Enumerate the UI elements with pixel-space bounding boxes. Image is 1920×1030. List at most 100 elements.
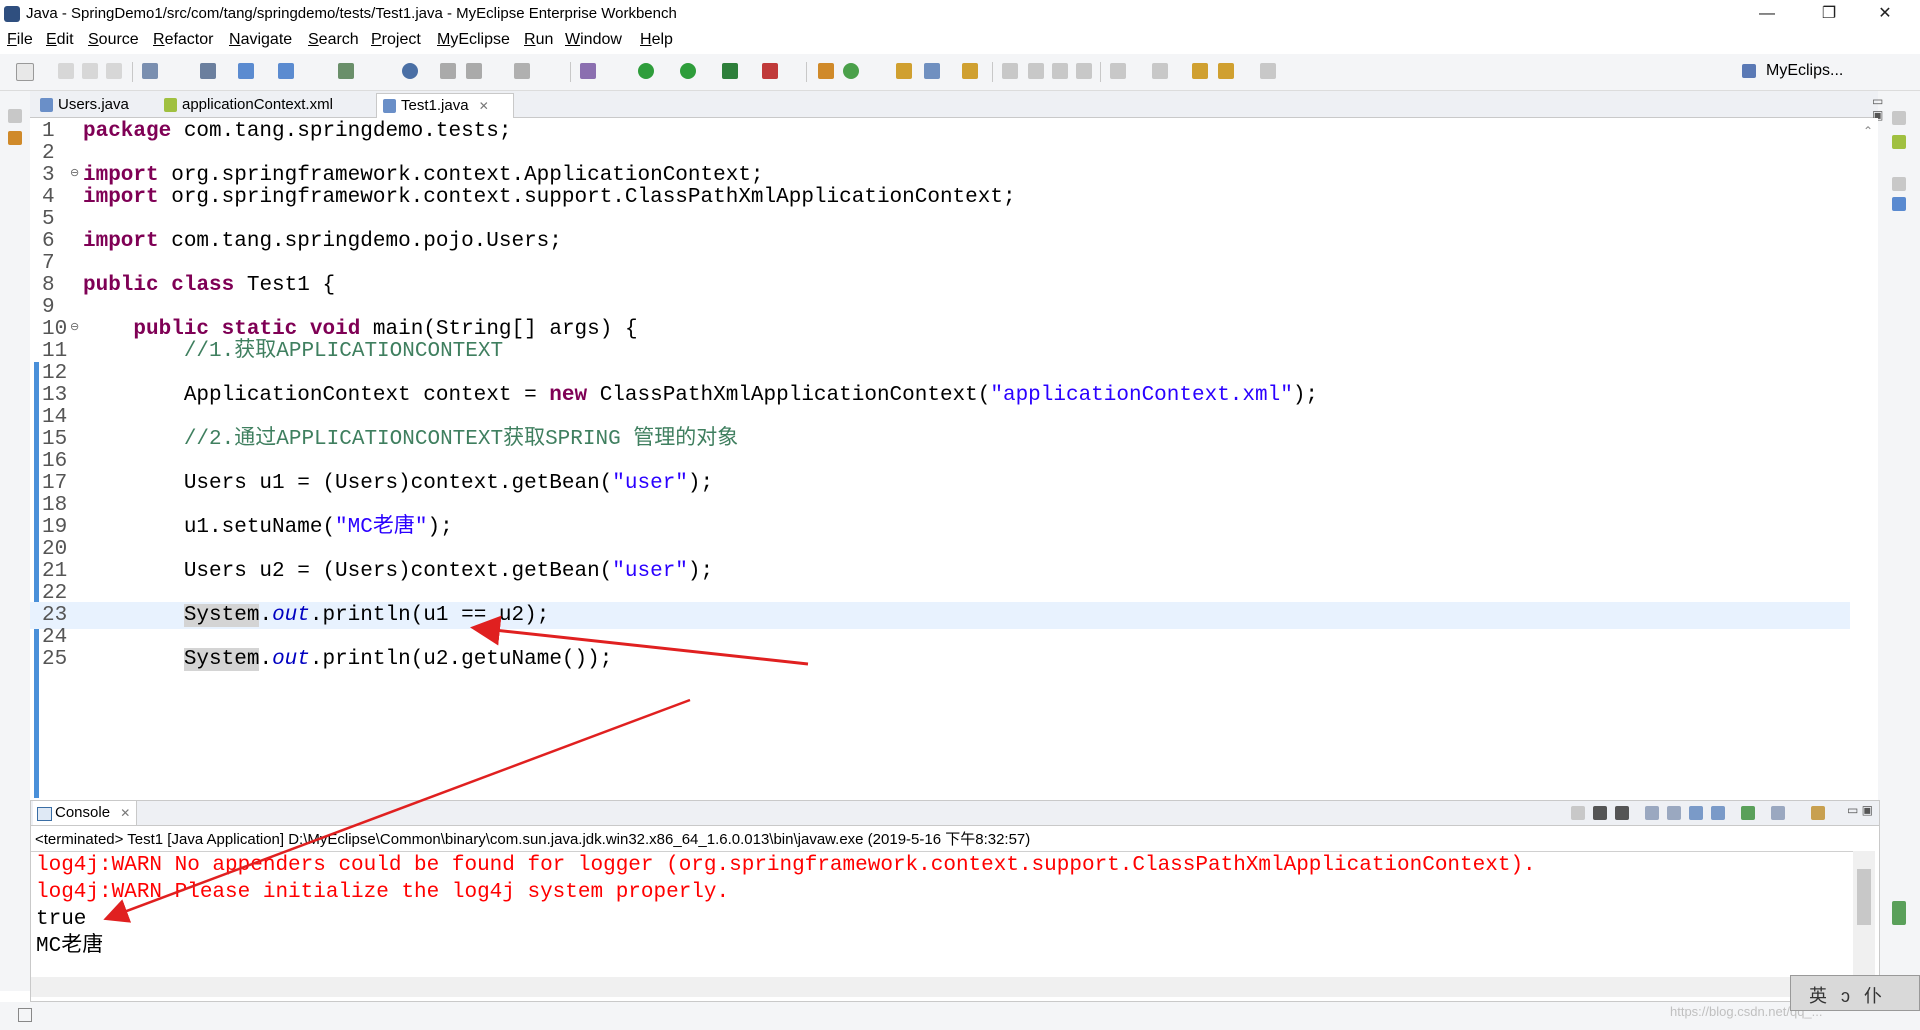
- tab-users-java[interactable]: Users.java: [34, 93, 166, 117]
- scroll-thumb[interactable]: [1857, 869, 1871, 925]
- console-output[interactable]: log4j:WARN No appenders could be found f…: [31, 851, 1853, 976]
- console-line-error: log4j:WARN No appenders could be found f…: [36, 854, 1536, 877]
- scroll-up-icon[interactable]: ⌃: [1863, 124, 1873, 138]
- tab-test1-java[interactable]: Test1.java ✕: [376, 93, 514, 118]
- title-bar: Java - SpringDemo1/src/com/tang/springde…: [0, 0, 1920, 28]
- menu-run[interactable]: Run: [524, 31, 553, 49]
- menu-refactor[interactable]: Refactor: [153, 31, 213, 49]
- new-project-icon[interactable]: [142, 63, 158, 79]
- package-explorer-icon[interactable]: [8, 131, 22, 145]
- toolbar-separator: [132, 62, 133, 82]
- display-console-icon[interactable]: [1771, 806, 1785, 820]
- restore-view-icon[interactable]: [1892, 111, 1906, 125]
- console-line-error: log4j:WARN Please initialize the log4j s…: [36, 881, 730, 904]
- toolbar-separator: [570, 62, 571, 82]
- console-line: true: [36, 908, 87, 931]
- menu-navigate[interactable]: Navigate: [229, 31, 292, 49]
- remove-all-icon[interactable]: [1615, 806, 1629, 820]
- tasks-icon[interactable]: [1892, 135, 1906, 149]
- back-icon[interactable]: [1218, 63, 1234, 79]
- minimize-button[interactable]: —: [1744, 0, 1790, 28]
- show-whitespace-icon[interactable]: [1076, 63, 1092, 79]
- outline-icon[interactable]: [1892, 197, 1906, 211]
- close-tab-icon[interactable]: ✕: [120, 806, 130, 820]
- code-text: .: [259, 648, 273, 671]
- coverage-icon[interactable]: [722, 63, 738, 79]
- server-icon[interactable]: [238, 63, 254, 79]
- deploy-icon[interactable]: [278, 63, 294, 79]
- save-all-icon[interactable]: [82, 63, 98, 79]
- publish-icon[interactable]: [200, 63, 216, 79]
- print-icon[interactable]: [106, 63, 122, 79]
- save-icon[interactable]: [58, 63, 74, 79]
- pin-console-icon[interactable]: [1741, 806, 1755, 820]
- menu-file[interactable]: File: [7, 31, 33, 49]
- restore-view-icon[interactable]: [1892, 177, 1906, 191]
- heap-status-icon[interactable]: [1892, 901, 1906, 925]
- run-icon[interactable]: [680, 63, 696, 79]
- perspective-myeclipse[interactable]: MyEclips...: [1766, 62, 1843, 80]
- scroll-lock-icon[interactable]: [1667, 806, 1681, 820]
- tab-label: Users.java: [58, 96, 129, 113]
- previous-annotation-icon[interactable]: [1152, 63, 1168, 79]
- menu-search[interactable]: Search: [308, 31, 359, 49]
- tab-console[interactable]: Console ✕: [33, 801, 138, 825]
- editor-scrollbar[interactable]: ⌃: [1860, 118, 1878, 798]
- annotation-icon[interactable]: [1002, 63, 1018, 79]
- tab-label: applicationContext.xml: [182, 96, 333, 113]
- block-icon[interactable]: [1052, 63, 1068, 79]
- next-annotation-icon[interactable]: [1110, 63, 1126, 79]
- clear-console-icon[interactable]: [1645, 806, 1659, 820]
- open-console-icon[interactable]: [1811, 806, 1825, 820]
- menu-edit[interactable]: Edit: [46, 31, 74, 49]
- close-tab-icon[interactable]: ✕: [479, 99, 489, 113]
- terminate-icon[interactable]: [1571, 806, 1585, 820]
- globe-icon[interactable]: [402, 63, 418, 79]
- new-java-project-icon[interactable]: [818, 63, 834, 79]
- pencil-icon[interactable]: [924, 63, 940, 79]
- java-file-icon: [40, 98, 53, 112]
- remove-launch-icon[interactable]: [1593, 806, 1607, 820]
- external-tools-icon[interactable]: [580, 63, 596, 79]
- open-folder-icon[interactable]: [896, 63, 912, 79]
- tab-applicationcontext-xml[interactable]: applicationContext.xml: [158, 93, 392, 117]
- last-edit-icon[interactable]: [1192, 63, 1208, 79]
- console-horizontal-scrollbar[interactable]: [31, 977, 1853, 997]
- console-vertical-scrollbar[interactable]: [1853, 851, 1875, 975]
- menu-myeclipse[interactable]: MyEclipse: [437, 31, 510, 49]
- console-view: Console ✕ ▭ ▣ <terminated> Test1 [Java A…: [30, 800, 1880, 1002]
- close-button[interactable]: ✕: [1862, 0, 1908, 28]
- restore-button[interactable]: ❐: [1806, 0, 1852, 28]
- code-text: .println(u2.getuName());: [309, 648, 613, 671]
- show-on-output-icon[interactable]: [1711, 806, 1725, 820]
- menu-project[interactable]: Project: [371, 31, 421, 49]
- forward-icon[interactable]: [1260, 63, 1276, 79]
- console-status: <terminated> Test1 [Java Application] D:…: [35, 831, 1031, 848]
- open-resource-icon[interactable]: [466, 63, 482, 79]
- browse-icon[interactable]: [962, 63, 978, 79]
- debug-icon[interactable]: [638, 63, 654, 79]
- left-trim-bar: [0, 91, 30, 991]
- minimize-maximize-controls[interactable]: ▭ ▣: [1847, 803, 1873, 817]
- fold-icon[interactable]: ⊖: [70, 166, 79, 179]
- new-icon[interactable]: [16, 63, 34, 81]
- edit-icon[interactable]: [1028, 63, 1044, 79]
- fold-icon[interactable]: ⊖: [70, 320, 79, 333]
- profile-icon[interactable]: [762, 63, 778, 79]
- search-icon[interactable]: [514, 63, 530, 79]
- ime-toolbar[interactable]: 英ↄ仆: [1790, 975, 1920, 1011]
- restore-view-icon[interactable]: [8, 109, 22, 123]
- menu-bar: File Edit Source Refactor Navigate Searc…: [0, 28, 1920, 52]
- myeclipse-logo-icon: [4, 6, 20, 22]
- tools-icon[interactable]: [338, 63, 354, 79]
- code-editor[interactable]: 1 package com.tang.springdemo.tests; 2 3…: [30, 118, 1878, 798]
- open-type-icon[interactable]: [440, 63, 456, 79]
- new-class-icon[interactable]: [843, 63, 859, 79]
- menu-help[interactable]: Help: [640, 31, 673, 49]
- xml-file-icon: [164, 98, 177, 112]
- fast-view-icon[interactable]: [18, 1008, 32, 1022]
- menu-window[interactable]: Window: [565, 31, 622, 49]
- menu-source[interactable]: Source: [88, 31, 139, 49]
- word-wrap-icon[interactable]: [1689, 806, 1703, 820]
